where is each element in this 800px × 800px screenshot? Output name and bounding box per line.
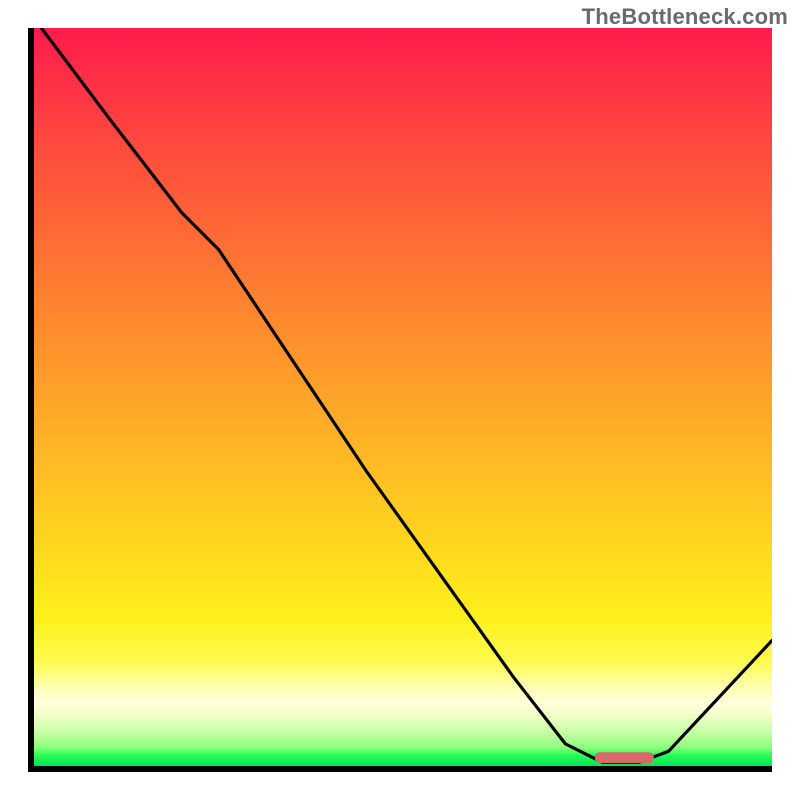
plot-area: [28, 28, 772, 772]
background-gradient: [34, 28, 772, 766]
watermark-text: TheBottleneck.com: [582, 4, 788, 30]
chart-container: TheBottleneck.com: [0, 0, 800, 800]
